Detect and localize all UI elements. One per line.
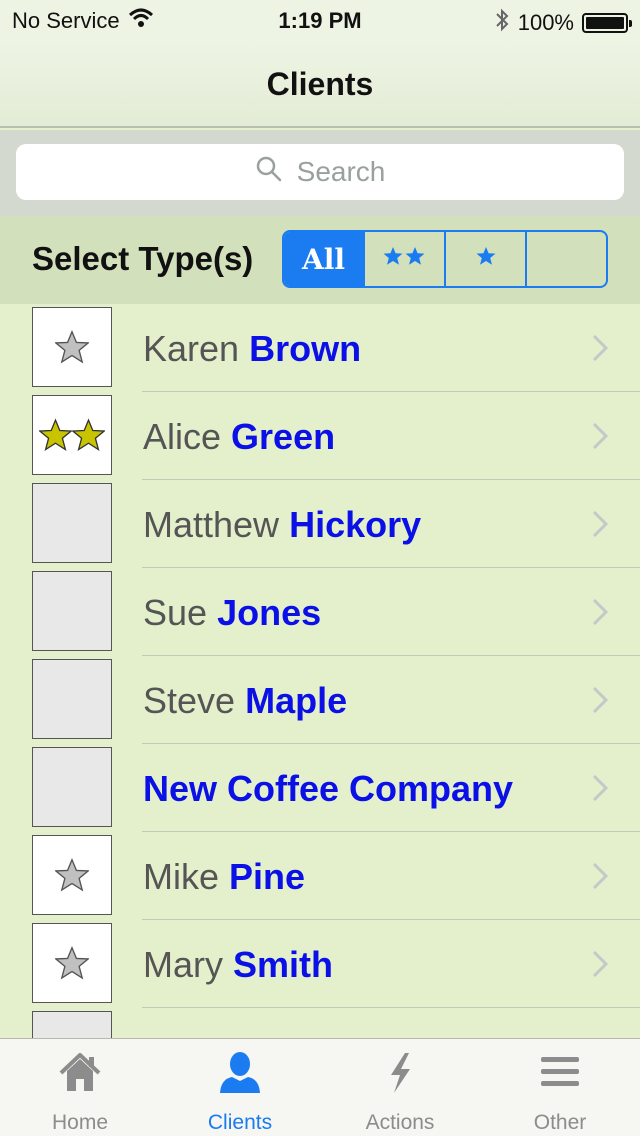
navigation-bar: Clients (0, 40, 640, 128)
chevron-right-icon (592, 774, 609, 802)
chevron-right-icon (592, 686, 609, 714)
client-name: Karen Brown (143, 328, 361, 370)
client-name: Mary Smith (143, 944, 333, 986)
client-last-name: Smith (233, 944, 334, 985)
client-name: Matthew Hickory (143, 504, 421, 546)
page-title: Clients (266, 66, 374, 102)
client-first-name: Alice (143, 416, 222, 457)
client-name: Steve Maple (143, 680, 347, 722)
clients-list: Karen Brown Alice Green Matthew Hickory (0, 304, 640, 1038)
segment-two-stars[interactable] (363, 232, 444, 286)
client-last-name: Brown (249, 328, 362, 369)
client-row-maple[interactable]: Steve Maple (0, 656, 640, 744)
chevron-right-icon (592, 950, 609, 978)
tab-other[interactable]: Other (480, 1039, 640, 1136)
tab-label: Clients (207, 1111, 273, 1134)
bluetooth-icon (494, 8, 510, 38)
client-name: New Coffee Company (143, 768, 513, 810)
client-first-name: Karen (143, 328, 240, 369)
star-icon (476, 246, 496, 272)
battery-percent: 100% (517, 10, 574, 35)
client-row-jones[interactable]: Sue Jones (0, 568, 640, 656)
segment-no-stars[interactable] (525, 232, 606, 286)
star-icon (55, 330, 89, 364)
client-first-name: Matthew (143, 504, 280, 545)
search-placeholder: Search (296, 156, 386, 187)
client-row-brown[interactable]: Karen Brown (0, 304, 640, 392)
star-icon (55, 858, 89, 892)
client-row-partial[interactable] (0, 1008, 640, 1038)
client-company-name: New Coffee Company (143, 768, 514, 809)
client-name: Mike Pine (143, 856, 305, 898)
two-stars-icon (383, 246, 427, 272)
tab-bar: Home Clients Actions Other (0, 1038, 640, 1136)
tab-label: Actions (365, 1111, 435, 1134)
client-type-thumbnail (32, 571, 112, 651)
home-icon (57, 1051, 103, 1098)
search-input[interactable]: Search (16, 144, 624, 200)
client-type-thumbnail (32, 395, 112, 475)
client-type-thumbnail (32, 835, 112, 915)
client-last-name: Pine (229, 856, 306, 897)
chevron-right-icon (592, 422, 609, 450)
client-first-name: Sue (143, 592, 208, 633)
tab-label: Home (51, 1111, 109, 1134)
client-type-thumbnail (32, 483, 112, 563)
search-icon (255, 155, 283, 190)
person-icon (217, 1051, 263, 1100)
filter-label: Select Type(s) (32, 240, 254, 277)
chevron-right-icon (592, 862, 609, 890)
type-filter-bar: Select Type(s) All (0, 216, 640, 304)
client-row-new-coffee-company[interactable]: New Coffee Company (0, 744, 640, 832)
client-type-thumbnail (32, 747, 112, 827)
segment-all[interactable]: All (284, 232, 363, 286)
client-last-name: Hickory (289, 504, 422, 545)
client-row-green[interactable]: Alice Green (0, 392, 640, 480)
client-first-name: Mike (143, 856, 220, 897)
search-bar: Search (0, 130, 640, 216)
client-name: Sue Jones (143, 592, 321, 634)
segment-one-star[interactable] (444, 232, 525, 286)
client-name: Alice Green (143, 416, 335, 458)
client-type-thumbnail (32, 307, 112, 387)
status-right: 100% (494, 8, 632, 38)
client-row-smith[interactable]: Mary Smith (0, 920, 640, 1008)
client-type-thumbnail (32, 1011, 112, 1038)
client-row-pine[interactable]: Mike Pine (0, 832, 640, 920)
status-bar: No Service 1:19 PM 100% (0, 0, 640, 40)
tab-clients[interactable]: Clients (160, 1039, 320, 1136)
tab-actions[interactable]: Actions (320, 1039, 480, 1136)
chevron-right-icon (592, 598, 609, 626)
chevron-right-icon (592, 334, 609, 362)
client-last-name: Maple (245, 680, 348, 721)
client-last-name: Jones (217, 592, 322, 633)
menu-icon (539, 1051, 581, 1096)
client-row-hickory[interactable]: Matthew Hickory (0, 480, 640, 568)
client-type-thumbnail (32, 923, 112, 1003)
client-type-thumbnail (32, 659, 112, 739)
battery-icon (582, 13, 632, 33)
tab-home[interactable]: Home (0, 1039, 160, 1136)
client-last-name: Green (231, 416, 336, 457)
client-first-name: Mary (143, 944, 223, 985)
type-segmented-control: All (282, 230, 608, 288)
client-first-name: Steve (143, 680, 236, 721)
lightning-icon (385, 1051, 415, 1100)
chevron-right-icon (592, 510, 609, 538)
star-icon (55, 946, 89, 980)
two-stars-icon (39, 418, 105, 451)
tab-label: Other (533, 1111, 587, 1134)
